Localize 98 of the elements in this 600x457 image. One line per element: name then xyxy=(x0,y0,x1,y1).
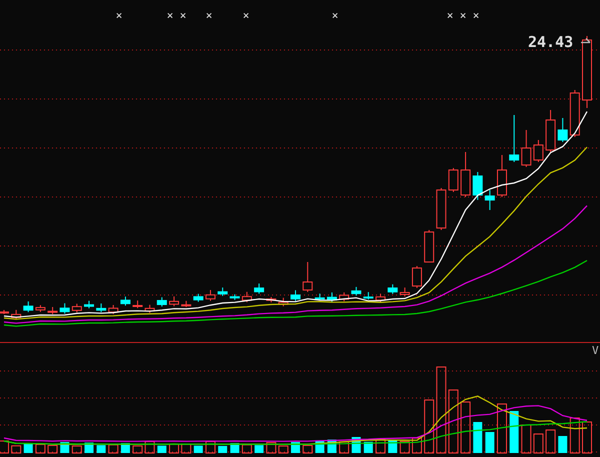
volume-bar xyxy=(72,446,82,454)
volume-bar xyxy=(460,402,471,454)
candlestick xyxy=(266,296,276,303)
candlestick xyxy=(144,304,155,314)
candlestick xyxy=(242,291,252,303)
last-price-label: 24.43 xyxy=(528,33,574,51)
volume-label: V xyxy=(592,344,599,357)
header-mark: × xyxy=(205,8,213,22)
candlestick xyxy=(546,110,556,152)
candlestick xyxy=(156,296,167,308)
volume-bar xyxy=(169,444,180,454)
candlestick xyxy=(120,296,130,306)
candlestick xyxy=(181,300,192,308)
candlestick xyxy=(23,300,34,313)
candlestick xyxy=(60,302,70,314)
candlestick xyxy=(35,304,46,312)
candlestick xyxy=(302,262,313,292)
volume-bar xyxy=(570,418,580,454)
volume-bar xyxy=(48,444,58,454)
header-mark: × xyxy=(115,8,123,22)
candlestick xyxy=(193,293,204,302)
volume-bar xyxy=(302,444,313,454)
volume-bar xyxy=(291,442,300,453)
volume-bar xyxy=(144,441,155,454)
candlestick xyxy=(132,300,143,309)
candlestick xyxy=(218,287,228,296)
volume-bar xyxy=(194,446,203,453)
candlestick xyxy=(254,283,264,294)
candlestick xyxy=(472,172,483,200)
volume-bar xyxy=(108,444,118,454)
header-mark: × xyxy=(166,8,174,22)
volume-bar xyxy=(218,446,228,453)
candlestick xyxy=(558,118,568,142)
volume-bar xyxy=(400,440,410,454)
volume-bar xyxy=(11,445,22,454)
candlestick xyxy=(0,310,9,314)
volume-bar xyxy=(496,404,507,454)
volume-bar xyxy=(424,400,434,454)
candlestick xyxy=(400,287,410,297)
candlestick xyxy=(436,188,446,230)
candlestick xyxy=(484,190,495,210)
volume-bar xyxy=(510,411,519,453)
volume-bar xyxy=(205,441,216,454)
candlestick xyxy=(363,292,374,300)
candlestick xyxy=(570,90,580,138)
candlestick xyxy=(169,296,180,307)
header-mark: × xyxy=(179,8,187,22)
header-mark: × xyxy=(242,8,250,22)
volume-bar xyxy=(132,445,143,454)
candlestick xyxy=(48,306,58,315)
candlestick xyxy=(521,130,532,168)
volume-bar xyxy=(521,424,532,454)
candlestick xyxy=(509,114,520,162)
volume-bar xyxy=(96,445,106,453)
candlestick xyxy=(84,300,94,309)
candlestick xyxy=(108,304,118,315)
candlestick xyxy=(376,293,386,303)
volume-bar xyxy=(376,439,386,454)
candlestick xyxy=(72,303,82,313)
candlestick xyxy=(314,293,325,301)
candlestick xyxy=(388,284,398,294)
header-mark: × xyxy=(446,8,454,22)
volume-bar xyxy=(412,438,422,454)
volume-bar xyxy=(242,444,252,454)
header-mark: × xyxy=(331,8,339,22)
volume-bar xyxy=(485,432,494,453)
volume-bar xyxy=(558,436,568,453)
candlestick xyxy=(496,154,507,198)
volume-bar xyxy=(230,443,240,453)
candlestick xyxy=(412,266,422,288)
volume-bar xyxy=(254,445,264,453)
volume-bar xyxy=(533,434,544,454)
candlestick xyxy=(278,297,288,307)
candlestick xyxy=(11,309,22,320)
volume-bar xyxy=(266,442,276,454)
candlestick xyxy=(351,286,362,296)
header-mark: × xyxy=(472,8,480,22)
volume-bar xyxy=(157,446,166,453)
volume-bar xyxy=(35,444,46,454)
candlestick xyxy=(339,292,350,302)
header-mark: × xyxy=(459,8,467,22)
volume-bar xyxy=(546,430,556,454)
candlestick xyxy=(448,168,458,192)
volume-bar xyxy=(278,446,288,454)
candlestick xyxy=(460,152,471,198)
volume-bar xyxy=(339,441,350,454)
candlestick xyxy=(290,290,300,302)
candlestick xyxy=(205,290,216,302)
volume-bar xyxy=(448,390,458,454)
volume-bar xyxy=(473,422,482,453)
candlestick xyxy=(424,230,434,262)
volume-bar xyxy=(582,422,592,454)
volume-bar xyxy=(181,444,192,454)
volume-bar xyxy=(0,440,9,454)
candlestick xyxy=(326,292,337,302)
candlestick xyxy=(96,302,106,313)
candlestick xyxy=(533,140,544,162)
candlestick xyxy=(230,294,240,300)
